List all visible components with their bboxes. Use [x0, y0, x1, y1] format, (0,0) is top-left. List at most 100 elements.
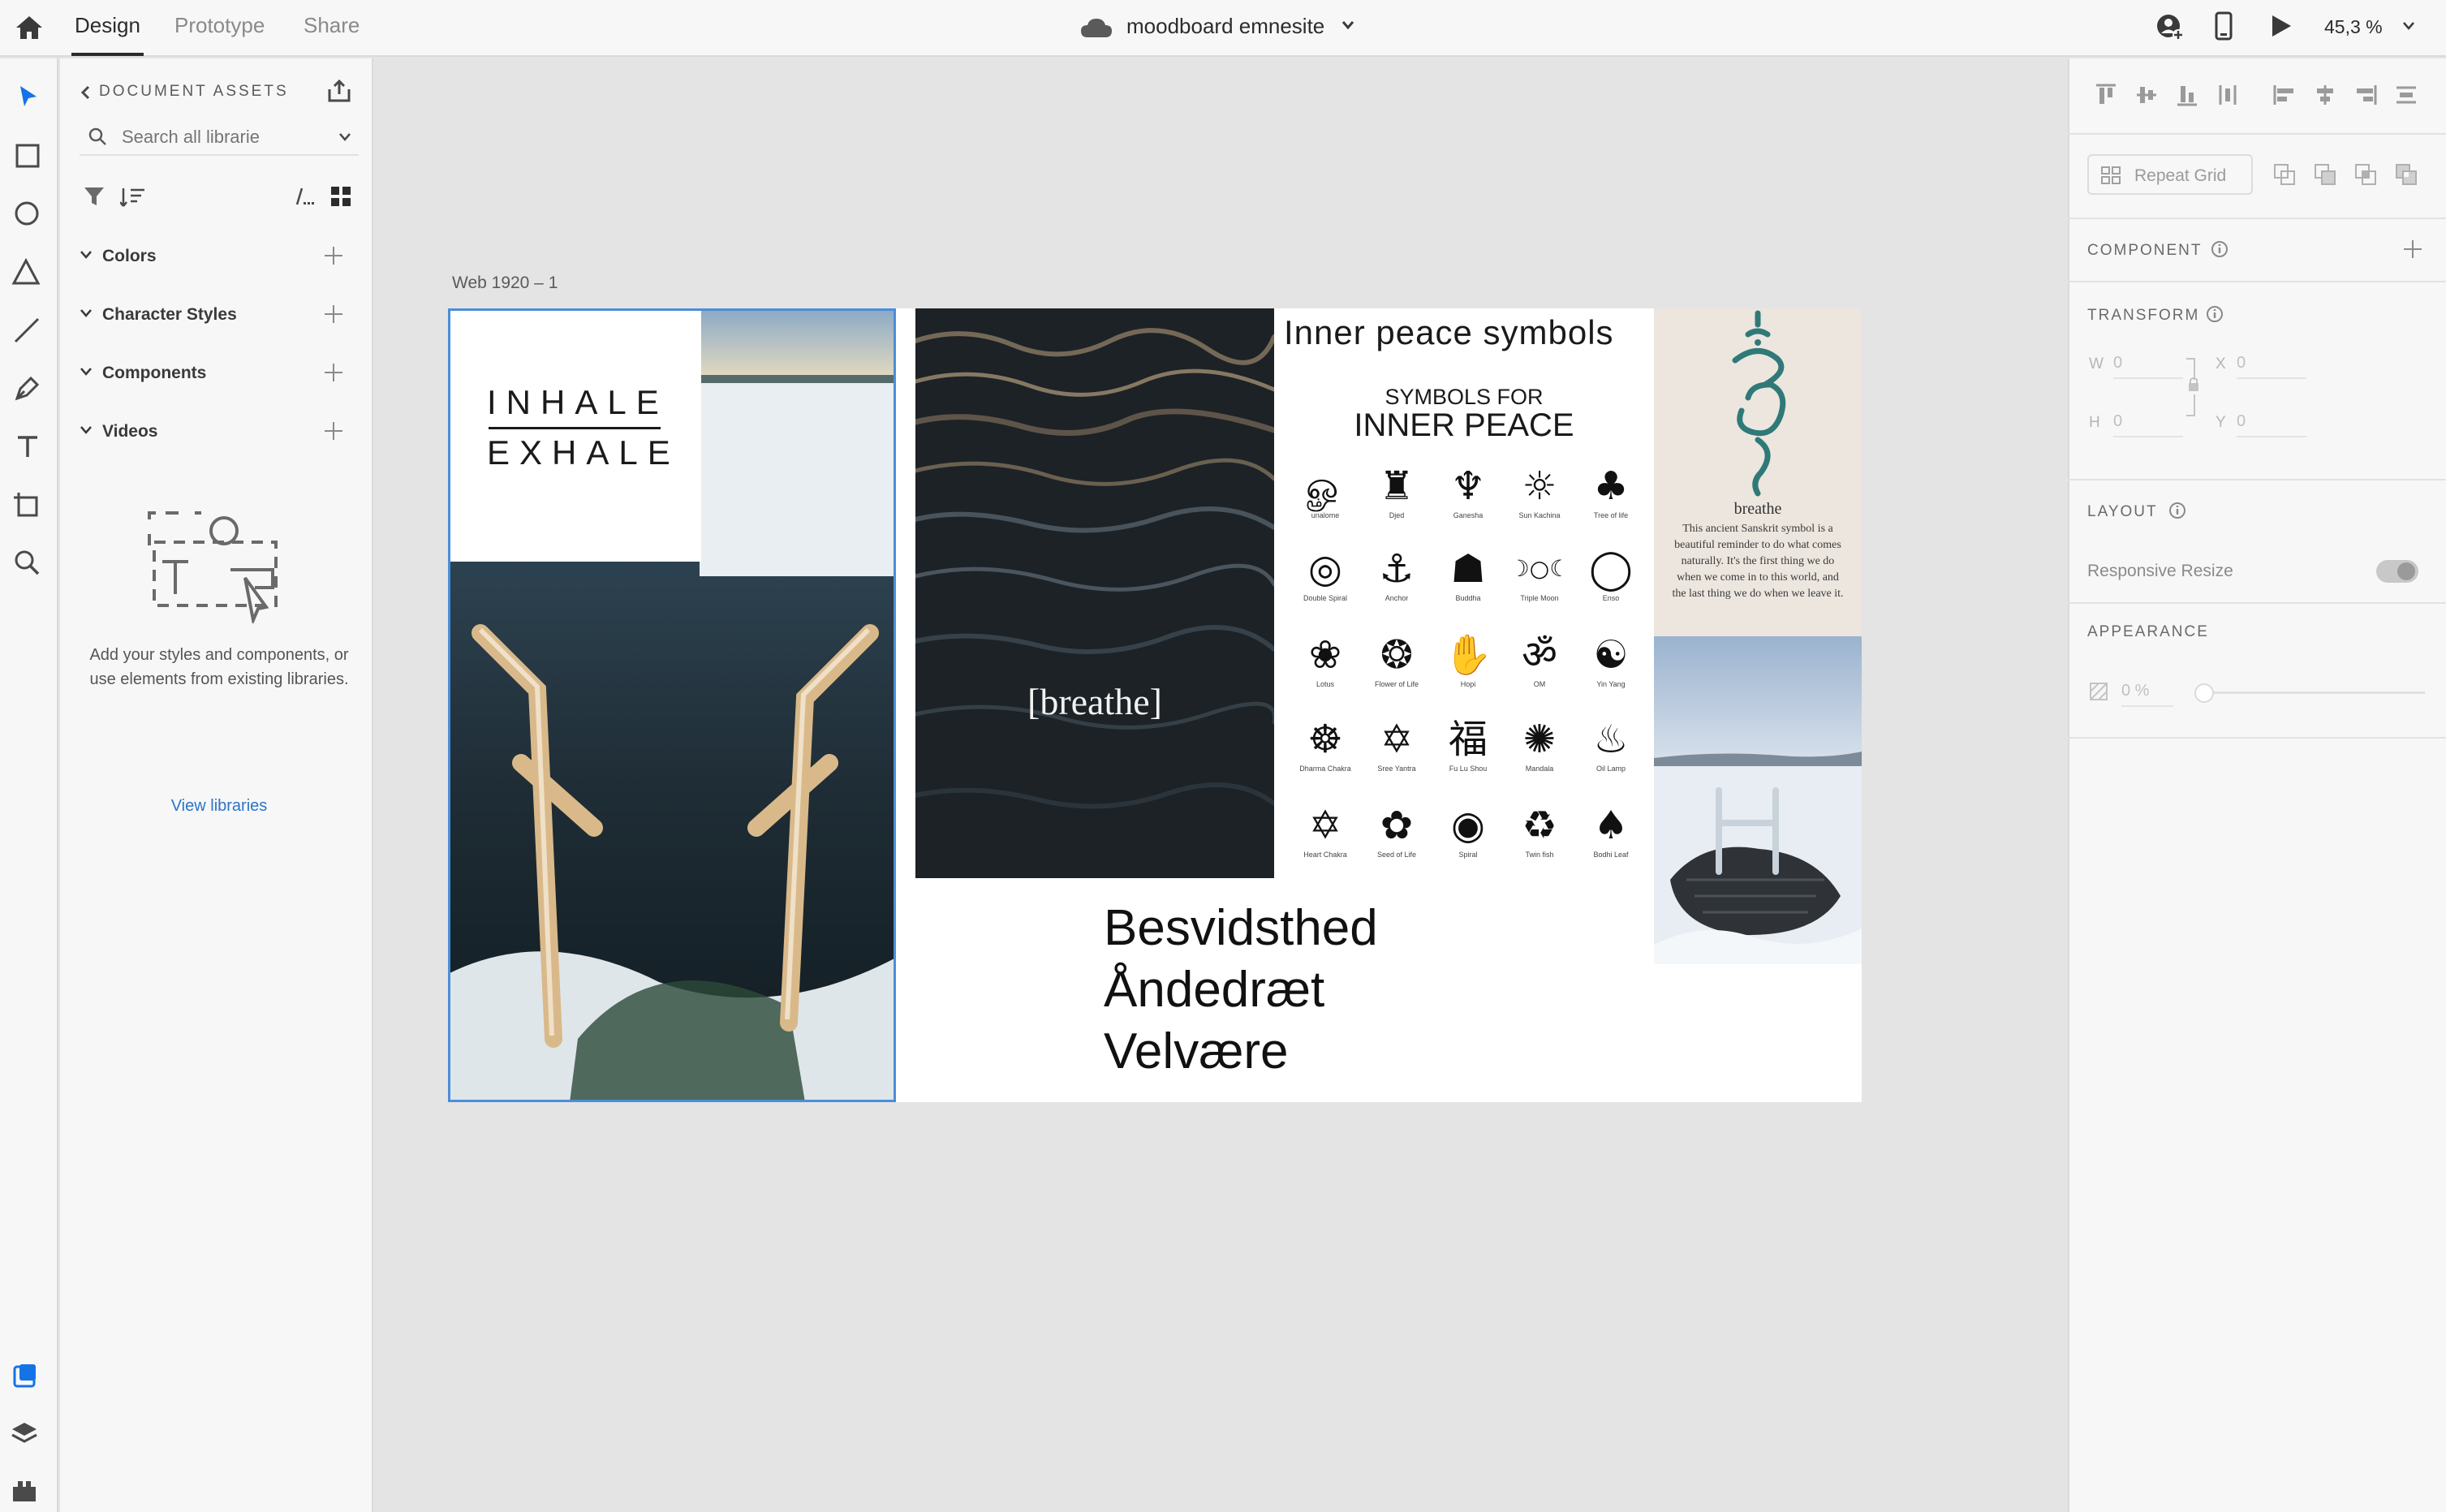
- assets-panel-title: DOCUMENT ASSETS: [99, 83, 289, 100]
- component-info-icon[interactable]: [2211, 240, 2229, 258]
- height-field[interactable]: 0: [2113, 412, 2183, 437]
- document-title[interactable]: moodboard emnesite: [1126, 14, 1324, 39]
- symbols-poster[interactable]: Inner peace symbols SYMBOLS FOR INNER PE…: [1274, 308, 1654, 909]
- add-video-icon[interactable]: [325, 422, 342, 440]
- assets-panel-icon[interactable]: [11, 1362, 39, 1389]
- videos-chevron-icon[interactable]: [80, 425, 93, 435]
- align-center-icon[interactable]: [2313, 83, 2337, 107]
- pen-tool-icon[interactable]: [13, 375, 41, 403]
- symbol-glyph-icon: ☯: [1593, 632, 1629, 678]
- sanskrit-breathe-card[interactable]: breathe This ancient Sanskrit symbol is …: [1654, 308, 1862, 636]
- colors-chevron-icon[interactable]: [80, 250, 93, 260]
- add-character-style-icon[interactable]: [325, 305, 342, 323]
- opacity-slider-track[interactable]: [2201, 691, 2425, 694]
- opacity-icon: [2089, 682, 2108, 701]
- share-user-icon[interactable]: [2155, 13, 2185, 42]
- symbol-glyph-icon: ☽○☾: [1509, 555, 1570, 582]
- boolean-intersect-icon[interactable]: [2353, 162, 2378, 187]
- boolean-add-icon[interactable]: [2272, 162, 2297, 187]
- lock-aspect-icon[interactable]: [2183, 357, 2204, 417]
- symbol-item: ♆ Ganesha: [1432, 461, 1505, 519]
- tab-share[interactable]: Share: [304, 13, 360, 38]
- align-middle-icon[interactable]: [2134, 83, 2159, 107]
- play-icon[interactable]: [2269, 13, 2293, 39]
- layers-icon[interactable]: [10, 1420, 39, 1448]
- polygon-tool-icon[interactable]: [11, 258, 41, 286]
- properties-divider: [2068, 602, 2446, 604]
- chevron-down-icon[interactable]: [1341, 19, 1355, 31]
- sanskrit-title: breathe: [1733, 500, 1782, 518]
- symbol-item: ◉ Spiral: [1432, 800, 1505, 859]
- search-input[interactable]: [122, 125, 317, 149]
- zoom-level[interactable]: 45,3 %: [2324, 16, 2383, 38]
- align-left-icon[interactable]: [2272, 83, 2297, 107]
- rectangle-tool-icon[interactable]: [15, 143, 41, 169]
- add-color-icon[interactable]: [325, 247, 342, 265]
- add-component-icon[interactable]: [2404, 240, 2422, 258]
- home-icon[interactable]: [15, 15, 44, 41]
- word-velvaere[interactable]: Velvære: [1104, 1023, 1288, 1080]
- zoom-tool-icon[interactable]: [13, 549, 41, 576]
- artboard-label[interactable]: Web 1920 – 1: [452, 274, 558, 293]
- repeat-grid-button[interactable]: Repeat Grid: [2087, 154, 2253, 195]
- opacity-field[interactable]: 0 %: [2121, 682, 2173, 707]
- assets-panel: DOCUMENT ASSETS Colors Character Styles …: [60, 58, 373, 1512]
- add-component-icon[interactable]: [325, 364, 342, 381]
- text-tool-icon[interactable]: [15, 433, 41, 459]
- word-besvidsthed[interactable]: Besvidsthed: [1104, 899, 1378, 957]
- word-andedraet[interactable]: Åndedræt: [1104, 961, 1324, 1019]
- section-character-styles[interactable]: Character Styles: [102, 305, 237, 325]
- character-styles-chevron-icon[interactable]: [80, 308, 93, 318]
- ellipse-tool-icon[interactable]: [13, 200, 41, 227]
- width-field[interactable]: 0: [2113, 354, 2183, 379]
- symbol-name: Ganesha: [1453, 511, 1484, 519]
- responsive-resize-toggle[interactable]: [2376, 560, 2418, 583]
- line-tool-icon[interactable]: [13, 317, 41, 344]
- plugins-icon[interactable]: [10, 1477, 39, 1505]
- ice-hole-photo[interactable]: [1654, 636, 1862, 964]
- sort-icon[interactable]: [120, 185, 146, 209]
- x-field[interactable]: 0: [2237, 354, 2306, 379]
- filter-icon[interactable]: [83, 185, 106, 208]
- section-videos[interactable]: Videos: [102, 422, 157, 442]
- y-field[interactable]: 0: [2237, 412, 2306, 437]
- boolean-subtract-icon[interactable]: [2313, 162, 2337, 187]
- library-search[interactable]: [80, 120, 359, 156]
- search-scope-chevron-icon[interactable]: [338, 131, 352, 143]
- layout-heading: LAYOUT: [2087, 503, 2158, 520]
- grid-view-icon[interactable]: [329, 185, 352, 208]
- align-top-icon[interactable]: [2094, 83, 2118, 107]
- distribute-vertical-icon[interactable]: [2216, 83, 2240, 107]
- symbol-name: Enso: [1602, 594, 1620, 602]
- tab-design[interactable]: Design: [71, 13, 144, 56]
- artboard-web-1920[interactable]: INHALE EXHALE [breathe] Inner peace symb…: [448, 308, 1862, 1102]
- components-chevron-icon[interactable]: [80, 367, 93, 377]
- align-right-icon[interactable]: [2353, 83, 2378, 107]
- section-colors[interactable]: Colors: [102, 247, 157, 266]
- export-share-icon[interactable]: [326, 78, 352, 104]
- symbol-item: ✺ Mandala: [1503, 714, 1576, 773]
- symbol-glyph-icon: ◯: [1589, 546, 1633, 592]
- symbol-glyph-icon: ♻: [1522, 803, 1557, 848]
- properties-divider: [2068, 479, 2446, 480]
- symbol-name: Yin Yang: [1596, 680, 1626, 688]
- align-bottom-icon[interactable]: [2175, 83, 2199, 107]
- opacity-slider-handle[interactable]: [2194, 683, 2214, 703]
- select-tool-icon[interactable]: [16, 84, 41, 109]
- view-libraries-link[interactable]: View libraries: [80, 797, 359, 816]
- section-components[interactable]: Components: [102, 364, 206, 383]
- symbol-glyph-icon: ♨: [1593, 717, 1629, 762]
- symbol-glyph-icon: ✿: [1380, 803, 1414, 848]
- boolean-exclude-icon[interactable]: [2394, 162, 2418, 187]
- artboard-tool-icon[interactable]: [11, 490, 41, 519]
- zoom-chevron-icon[interactable]: [2402, 21, 2415, 31]
- list-view-icon[interactable]: [291, 185, 315, 208]
- tab-prototype[interactable]: Prototype: [174, 13, 265, 38]
- tool-bar: [0, 58, 58, 1512]
- layout-info-icon[interactable]: [2168, 502, 2186, 519]
- back-chevron-icon[interactable]: [80, 84, 91, 101]
- device-preview-icon[interactable]: [2214, 11, 2233, 41]
- water-breathe-photo[interactable]: [breathe]: [915, 308, 1274, 878]
- transform-info-icon[interactable]: [2206, 305, 2224, 323]
- distribute-horizontal-icon[interactable]: [2394, 83, 2418, 107]
